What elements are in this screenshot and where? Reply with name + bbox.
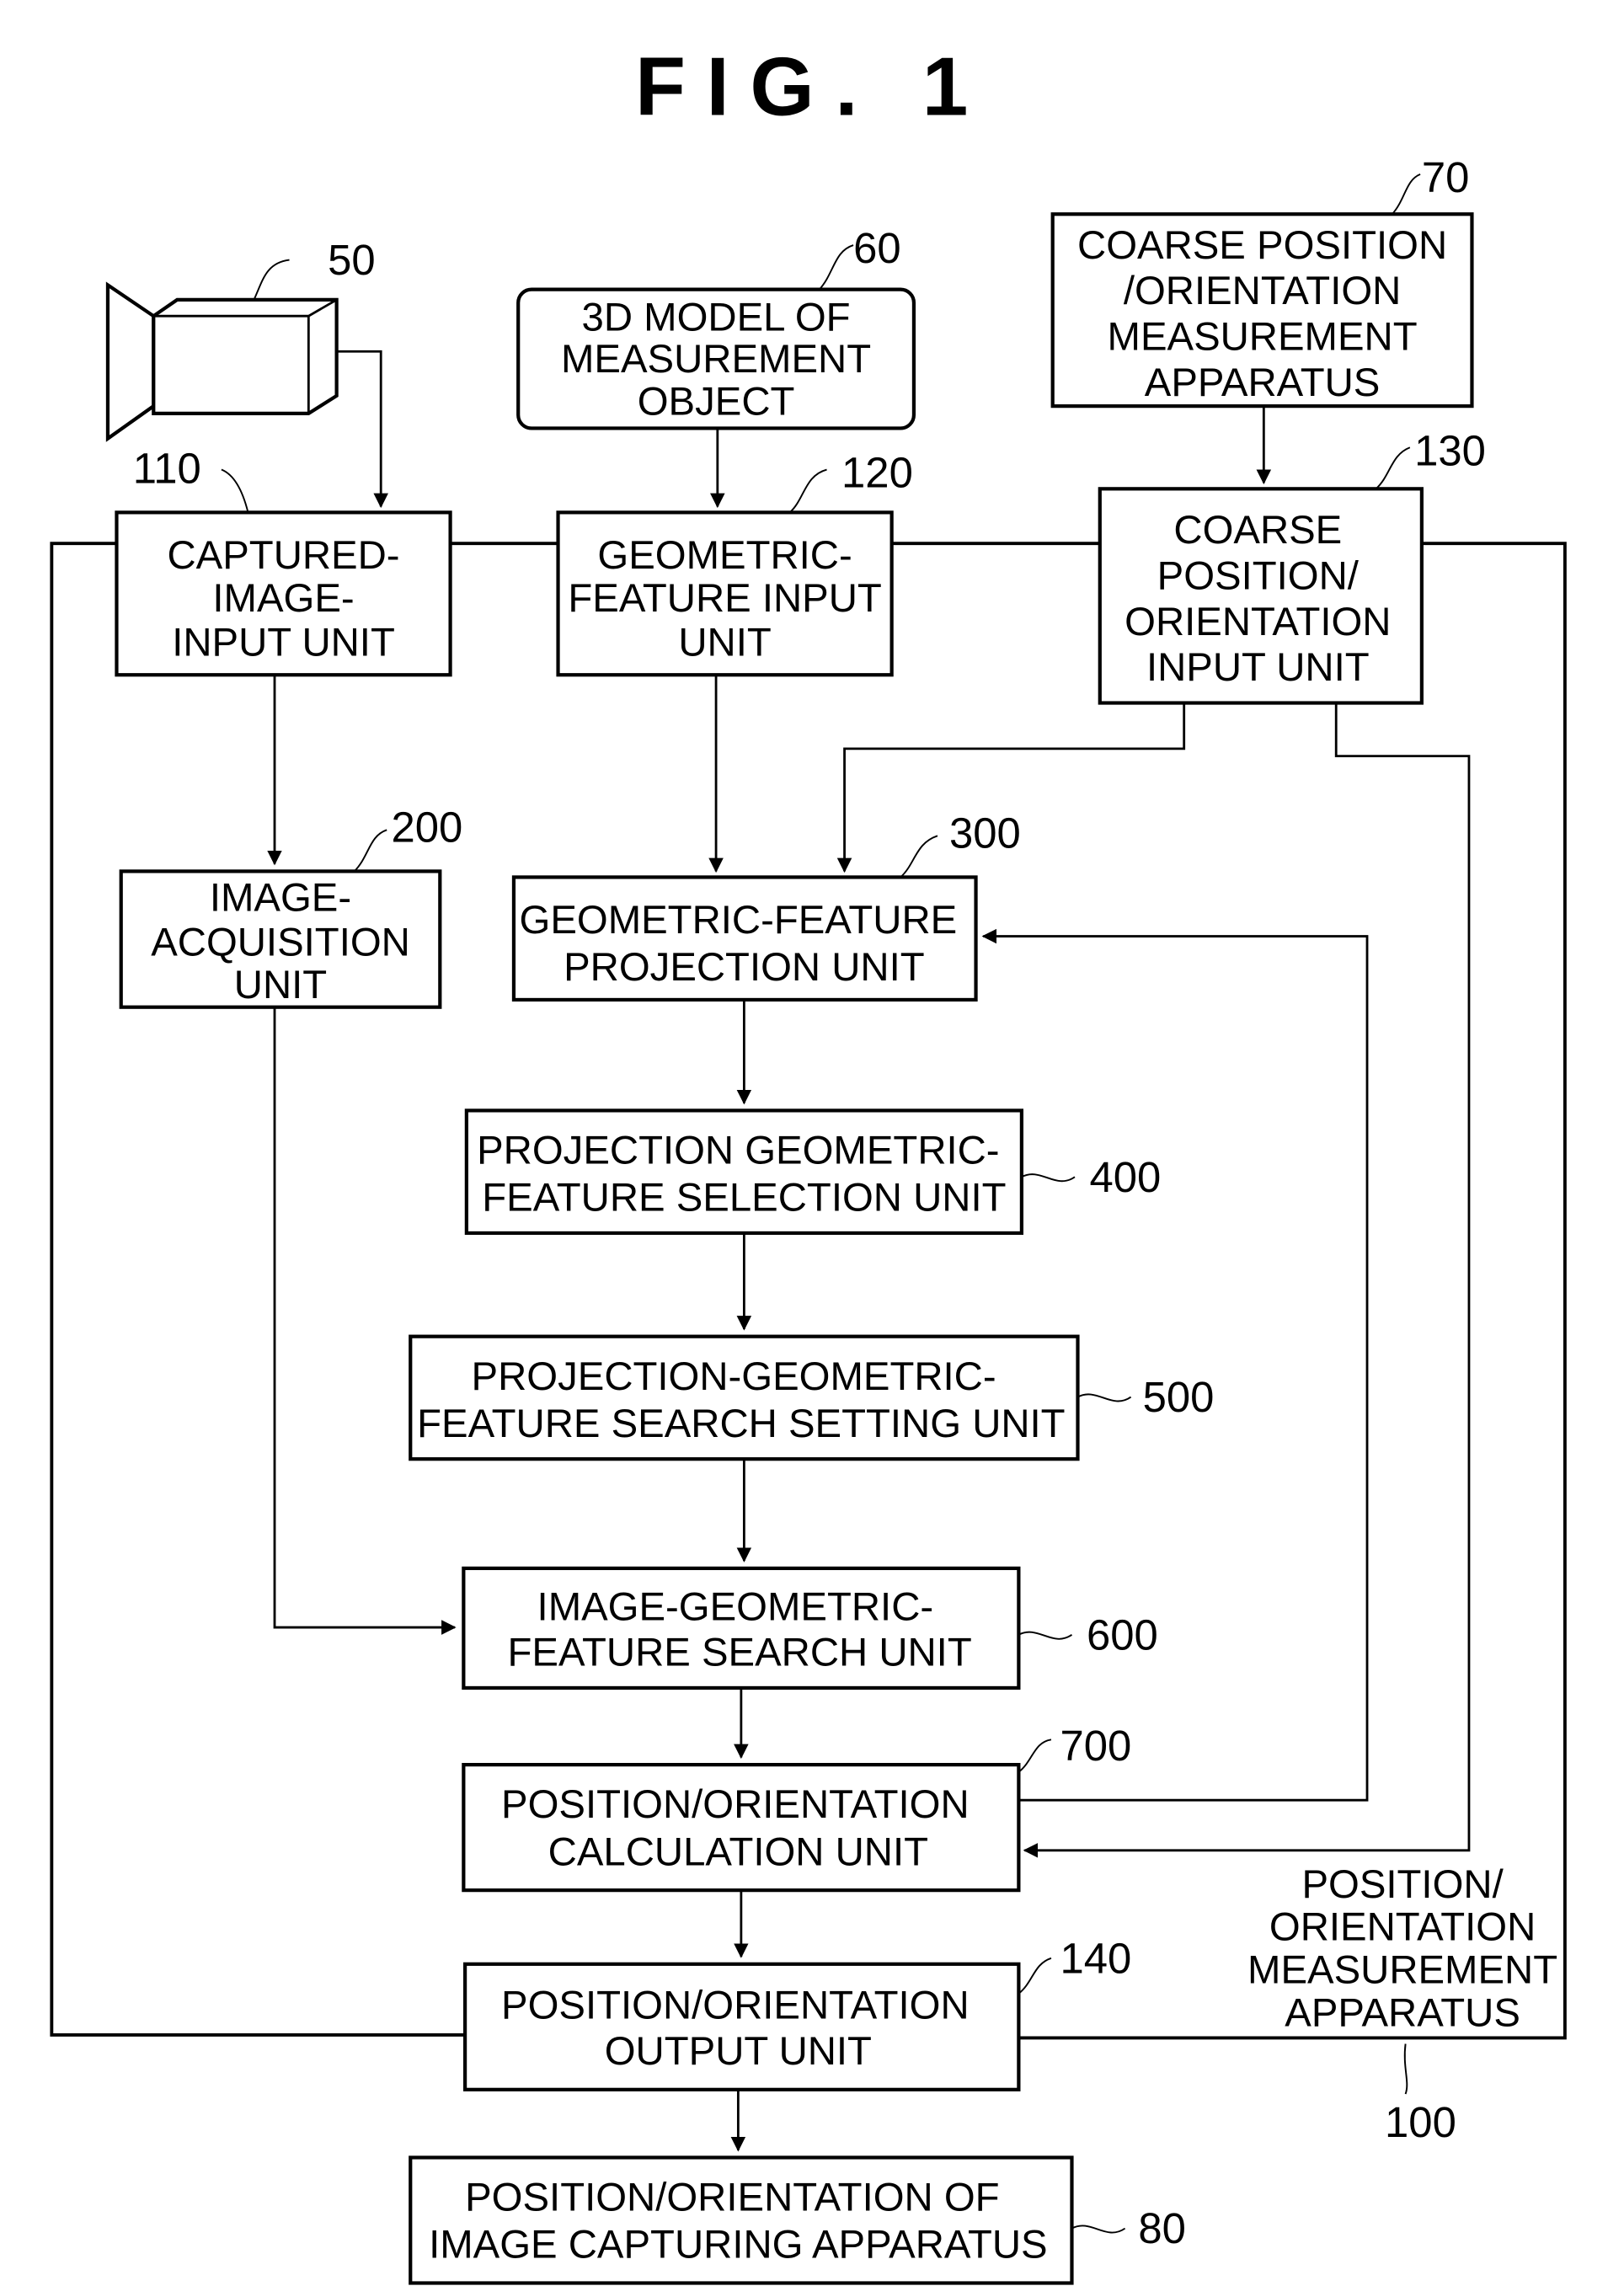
ref-80: 80 bbox=[1138, 2204, 1186, 2252]
ref-110: 110 bbox=[133, 444, 201, 492]
ref-500: 500 bbox=[1143, 1373, 1215, 1421]
leader-line bbox=[1077, 1393, 1132, 1402]
camera-icon bbox=[105, 281, 339, 442]
ref-120: 120 bbox=[841, 449, 913, 497]
block-diagram: FIG. 1 POSITION/ ORIENTATION MEASUREMENT… bbox=[50, 40, 1567, 2285]
ref-600: 600 bbox=[1087, 1610, 1158, 1658]
ref-70: 70 bbox=[1422, 153, 1470, 201]
diagram-label: FEATURE SEARCH SETTING UNIT bbox=[417, 1402, 1065, 1446]
leader-line bbox=[1375, 446, 1411, 490]
diagram-label: IMAGE- bbox=[210, 876, 351, 921]
diagram-label: ORIENTATION bbox=[1125, 600, 1391, 644]
diagram-label: IMAGE-GEOMETRIC- bbox=[537, 1584, 934, 1629]
ref-200: 200 bbox=[391, 803, 462, 851]
diagram-label: ACQUISITION bbox=[151, 920, 410, 964]
connector-arrow bbox=[336, 350, 388, 509]
diagram-label: POSITION/ bbox=[1157, 554, 1360, 599]
diagram-label: IMAGE CAPTURING APPARATUS bbox=[429, 2223, 1047, 2267]
diagram-label: COARSE POSITION bbox=[1077, 223, 1447, 268]
leader-line bbox=[819, 244, 854, 291]
diagram-label: INPUT UNIT bbox=[1146, 645, 1370, 690]
connector-arrow bbox=[1018, 542, 1567, 2040]
diagram-label: FEATURE SEARCH UNIT bbox=[507, 1631, 971, 1675]
leader-line bbox=[1018, 1739, 1052, 1773]
ref-700: 700 bbox=[1060, 1722, 1131, 1770]
diagram-label: 3D MODEL OF bbox=[582, 296, 851, 340]
leader-line bbox=[1392, 173, 1421, 215]
diagram-label: PROJECTION GEOMETRIC- bbox=[477, 1129, 999, 1173]
connector-arrow bbox=[273, 1007, 457, 1635]
apparatus-label: POSITION/ ORIENTATION MEASUREMENT APPARA… bbox=[1247, 1862, 1557, 2036]
diagram-label: COARSE bbox=[1173, 508, 1342, 553]
diagram-label: MEASUREMENT bbox=[561, 337, 871, 382]
diagram-label: FEATURE SELECTION UNIT bbox=[482, 1176, 1006, 1220]
diagram-label: POSITION/ORIENTATION OF bbox=[465, 2176, 999, 2220]
diagram-label: GEOMETRIC- bbox=[597, 533, 852, 578]
ref-400: 400 bbox=[1090, 1153, 1162, 1201]
leader-line bbox=[1403, 2043, 1408, 2095]
diagram-label: CALCULATION UNIT bbox=[548, 1829, 928, 1874]
leader-line bbox=[1018, 1957, 1052, 1995]
diagram-label: POSITION/ORIENTATION bbox=[501, 1782, 970, 1827]
ref-100: 100 bbox=[1385, 2098, 1456, 2146]
leader-line bbox=[1071, 2225, 1126, 2234]
diagram-label: /ORIENTATION bbox=[1124, 269, 1401, 313]
leader-line bbox=[1021, 1173, 1076, 1183]
connector-arrow bbox=[1023, 702, 1471, 1858]
diagram-label: APPARATUS bbox=[1285, 1990, 1520, 2035]
ref-300: 300 bbox=[949, 809, 1021, 857]
diagram-label: MEASUREMENT bbox=[1247, 1948, 1557, 1993]
leader-line bbox=[900, 835, 938, 879]
ref-60: 60 bbox=[853, 224, 901, 272]
diagram-label: POSITION/ORIENTATION bbox=[501, 1984, 970, 2028]
diagram-label: OBJECT bbox=[638, 380, 795, 425]
leader-line bbox=[1018, 1631, 1073, 1640]
diagram-label: INPUT UNIT bbox=[172, 620, 395, 665]
diagram-label: FEATURE INPUT bbox=[568, 576, 881, 621]
diagram-label: CAPTURED- bbox=[167, 533, 399, 578]
diagram-label: ORIENTATION bbox=[1269, 1905, 1536, 1950]
leader-line bbox=[253, 259, 290, 301]
leader-line bbox=[789, 468, 827, 514]
connector-arrow bbox=[50, 542, 466, 2037]
leader-line bbox=[221, 468, 249, 513]
diagram-label: APPARATUS bbox=[1145, 361, 1381, 405]
ref-130: 130 bbox=[1414, 426, 1486, 474]
connector-arrow bbox=[105, 281, 156, 442]
diagram-label: PROJECTION-GEOMETRIC- bbox=[472, 1354, 996, 1399]
figure-title: FIG. 1 bbox=[635, 40, 989, 133]
diagram-label: PROJECTION UNIT bbox=[564, 945, 925, 990]
diagram-label: POSITION/ bbox=[1301, 1862, 1504, 1907]
diagram-label: UNIT bbox=[678, 620, 771, 665]
diagram-label: MEASUREMENT bbox=[1108, 315, 1418, 360]
leader-line bbox=[353, 829, 387, 873]
diagram-label: UNIT bbox=[234, 963, 327, 1007]
diagram-label: IMAGE- bbox=[212, 576, 354, 621]
ref-140: 140 bbox=[1060, 1934, 1131, 1982]
diagram-label: GEOMETRIC-FEATURE bbox=[520, 898, 958, 943]
diagram-label: OUTPUT UNIT bbox=[605, 2029, 872, 2074]
ref-50: 50 bbox=[328, 236, 376, 284]
